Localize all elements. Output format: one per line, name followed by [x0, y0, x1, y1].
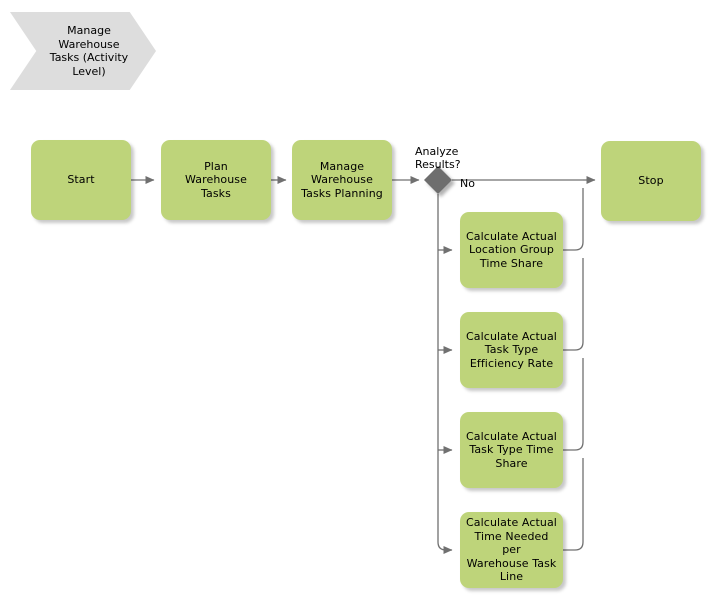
node-stop[interactable]: Stop: [601, 141, 701, 221]
edge-label-no-text: No: [460, 176, 475, 190]
node-calculate-actual-time-needed-per-warehouse-task-line[interactable]: Calculate Actual Time Needed per Warehou…: [460, 512, 563, 588]
edge-branch-4-to-rail: [563, 458, 584, 551]
edge-branch-2-to-rail: [563, 258, 584, 351]
decision-label: Analyze Results?: [415, 131, 461, 172]
node-calculate-actual-task-type-efficiency-rate[interactable]: Calculate Actual Task Type Efficiency Ra…: [460, 312, 563, 388]
node-calculate-actual-task-type-efficiency-rate-label: Calculate Actual Task Type Efficiency Ra…: [466, 329, 557, 370]
node-start-label: Start: [67, 173, 95, 187]
node-calculate-actual-task-type-time-share-label: Calculate Actual Task Type Time Share: [466, 429, 557, 470]
node-calculate-actual-task-type-time-share[interactable]: Calculate Actual Task Type Time Share: [460, 412, 563, 488]
node-manage-warehouse-tasks-planning-label: Manage Warehouse Tasks Planning: [301, 159, 383, 200]
node-plan-warehouse-tasks[interactable]: Plan Warehouse Tasks: [161, 140, 271, 220]
edge-branch-1-to-rail: [563, 188, 584, 251]
node-manage-warehouse-tasks-planning[interactable]: Manage Warehouse Tasks Planning: [292, 140, 392, 220]
edge-branch-3-to-rail: [563, 358, 584, 451]
connector-layer: [131, 166, 596, 554]
node-start[interactable]: Start: [31, 140, 131, 220]
edge-label-no: No: [460, 163, 475, 190]
node-plan-warehouse-tasks-label: Plan Warehouse Tasks: [184, 159, 248, 200]
edge-decision-down-rail: [437, 194, 447, 551]
node-calculate-actual-location-group-time-share[interactable]: Calculate Actual Location Group Time Sha…: [460, 212, 563, 288]
title-banner-label: Manage Warehouse Tasks (Activity Level): [49, 24, 129, 78]
decision-label-text: Analyze Results?: [415, 144, 461, 172]
flowchart-canvas: Manage Warehouse Tasks (Activity Level) …: [0, 0, 710, 600]
node-calculate-actual-location-group-time-share-label: Calculate Actual Location Group Time Sha…: [466, 229, 557, 270]
node-calculate-actual-time-needed-per-warehouse-task-line-label: Calculate Actual Time Needed per Warehou…: [466, 516, 557, 584]
node-stop-label: Stop: [638, 174, 664, 188]
